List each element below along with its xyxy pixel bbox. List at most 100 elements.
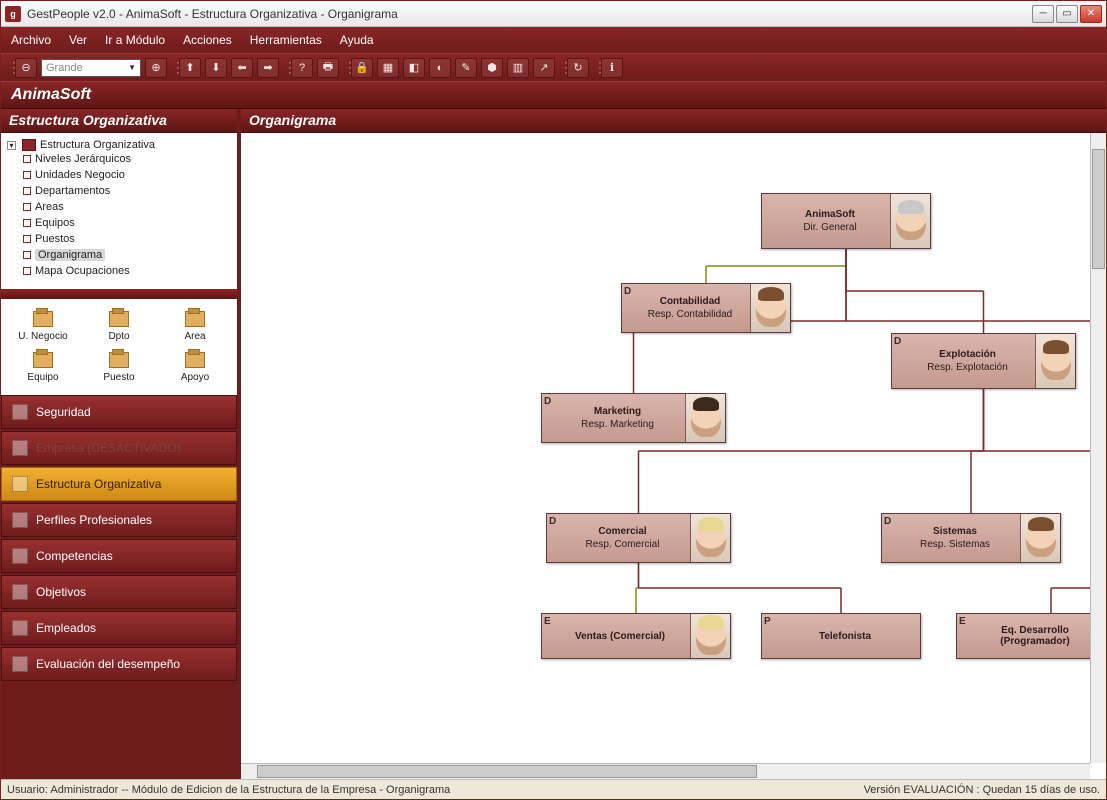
org-node-text: Telefonista (762, 614, 920, 658)
menu-ver[interactable]: Ver (69, 33, 87, 47)
icon-panel-item[interactable]: Apoyo (159, 348, 231, 383)
icon-panel-item[interactable]: Puesto (83, 348, 155, 383)
tool-c-button[interactable]: ◐ (429, 58, 451, 78)
tree-view[interactable]: ▾ Estructura Organizativa Niveles Jerárq… (1, 133, 237, 289)
org-node-photo (1035, 334, 1075, 388)
info-button[interactable]: ℹ (601, 58, 623, 78)
tree-item-label: Unidades Negocio (35, 169, 125, 181)
nav-button[interactable]: Perfiles Profesionales (1, 503, 237, 537)
org-node-tag: D (549, 516, 556, 527)
menu-ir-a-modulo[interactable]: Ir a Módulo (105, 33, 165, 47)
vertical-scrollbar[interactable] (1090, 133, 1106, 763)
org-node-text: ExplotaciónResp. Explotación (892, 334, 1035, 388)
nav-button[interactable]: Empleados (1, 611, 237, 645)
arrow-left-button[interactable]: ⬅ (231, 58, 253, 78)
icon-panel-item[interactable]: Area (159, 307, 231, 342)
tree-item-label: Organigrama (35, 249, 105, 261)
sidebar: Estructura Organizativa ▾ Estructura Org… (1, 109, 241, 779)
minimize-button[interactable]: ─ (1032, 5, 1054, 23)
tree-item-icon (23, 267, 31, 275)
menu-acciones[interactable]: Acciones (183, 33, 232, 47)
nav-button[interactable]: Objetivos (1, 575, 237, 609)
zoom-combo[interactable]: Grande▼ (41, 59, 141, 77)
tree-root-label[interactable]: Estructura Organizativa (40, 139, 155, 151)
icon-panel: U. Negocio Dpto Area EquipoPuesto Apoyo (1, 299, 237, 395)
sidebar-title: Estructura Organizativa (1, 109, 237, 133)
org-node[interactable]: PTelefonista (761, 613, 921, 659)
tool-d-button[interactable]: ✎ (455, 58, 477, 78)
tool-e-button[interactable]: ⬢ (481, 58, 503, 78)
tree-item[interactable]: Niveles Jerárquicos (23, 151, 231, 167)
icon-panel-item[interactable]: U. Negocio (7, 307, 79, 342)
org-node[interactable]: EEq. Desarrollo (Programador) (956, 613, 1106, 659)
menu-herramientas[interactable]: Herramientas (250, 33, 322, 47)
nav-button: Empresa (DESACTIVADO) (1, 431, 237, 465)
nav-button[interactable]: Estructura Organizativa (1, 467, 237, 501)
org-node-subtitle: Resp. Sistemas (920, 539, 990, 550)
org-chart-viewport[interactable]: AnimaSoftDir. GeneralDContabilidadResp. … (241, 133, 1106, 779)
tree-item[interactable]: Puestos (23, 231, 231, 247)
h-scroll-thumb[interactable] (257, 765, 757, 778)
tree-item[interactable]: Equipos (23, 215, 231, 231)
nav-button[interactable]: Evaluación del desempeño (1, 647, 237, 681)
arrow-right-button[interactable]: ➡ (257, 58, 279, 78)
icon-panel-label: Area (159, 331, 231, 342)
tree-item[interactable]: Unidades Negocio (23, 167, 231, 183)
icon-panel-label: Dpto (83, 331, 155, 342)
arrow-down-button[interactable]: ⬇ (205, 58, 227, 78)
org-node-tag: D (894, 336, 901, 347)
nav-button-label: Perfiles Profesionales (36, 513, 152, 527)
titlebar: g GestPeople v2.0 - AnimaSoft - Estructu… (1, 1, 1106, 27)
tool-f-button[interactable]: ▥ (507, 58, 529, 78)
org-node[interactable]: AnimaSoftDir. General (761, 193, 931, 249)
tree-item[interactable]: Mapa Ocupaciones (23, 263, 231, 279)
maximize-button[interactable]: ▭ (1056, 5, 1078, 23)
nav-button[interactable]: Competencias (1, 539, 237, 573)
tree-item-icon (23, 187, 31, 195)
help-button[interactable]: ? (291, 58, 313, 78)
org-node-text: ComercialResp. Comercial (547, 514, 690, 562)
arrow-up-button[interactable]: ⬆ (179, 58, 201, 78)
org-node-tag: E (544, 616, 551, 627)
icon-panel-label: Apoyo (159, 372, 231, 383)
tree-item[interactable]: Areas (23, 199, 231, 215)
org-node-subtitle: Resp. Marketing (581, 419, 654, 430)
org-node-tag: E (959, 616, 966, 627)
menu-ayuda[interactable]: Ayuda (340, 33, 374, 47)
tool-b-button[interactable]: ◧ (403, 58, 425, 78)
horizontal-scrollbar[interactable] (241, 763, 1090, 779)
org-node-photo (690, 514, 730, 562)
org-node[interactable]: DComercialResp. Comercial (546, 513, 731, 563)
refresh-button[interactable]: ↻ (567, 58, 589, 78)
zoom-out-button[interactable]: ⊖ (15, 58, 37, 78)
close-button[interactable]: ✕ (1080, 5, 1102, 23)
tree-item[interactable]: Departamentos (23, 183, 231, 199)
nav-button-icon (12, 548, 28, 564)
brand-bar: AnimaSoft (1, 81, 1106, 109)
nav-button-label: Seguridad (36, 405, 91, 419)
org-node[interactable]: DExplotaciónResp. Explotación (891, 333, 1076, 389)
nav-button-label: Empresa (DESACTIVADO) (36, 441, 180, 455)
org-node[interactable]: DMarketingResp. Marketing (541, 393, 726, 443)
org-node[interactable]: DSistemasResp. Sistemas (881, 513, 1061, 563)
menu-archivo[interactable]: Archivo (11, 33, 51, 47)
org-node-text: ContabilidadResp. Contabilidad (622, 284, 750, 332)
org-node[interactable]: EVentas (Comercial) (541, 613, 731, 659)
tree-expander[interactable]: ▾ (7, 141, 16, 150)
icon-panel-icon (7, 307, 79, 331)
org-node[interactable]: DContabilidadResp. Contabilidad (621, 283, 791, 333)
lock-button[interactable]: 🔒 (351, 58, 373, 78)
tool-g-button[interactable]: ↗ (533, 58, 555, 78)
org-node-subtitle: Resp. Explotación (927, 362, 1008, 373)
icon-panel-icon (159, 348, 231, 372)
status-left: Usuario: Administrador -- Módulo de Edic… (7, 784, 864, 796)
tool-a-button[interactable]: ▦ (377, 58, 399, 78)
zoom-in-button[interactable]: ⊕ (145, 58, 167, 78)
v-scroll-thumb[interactable] (1092, 149, 1105, 269)
icon-panel-item[interactable]: Equipo (7, 348, 79, 383)
print-button[interactable]: 🖶 (317, 58, 339, 78)
icon-panel-item[interactable]: Dpto (83, 307, 155, 342)
nav-button-icon (12, 656, 28, 672)
nav-button[interactable]: Seguridad (1, 395, 237, 429)
tree-item[interactable]: Organigrama (23, 247, 231, 263)
